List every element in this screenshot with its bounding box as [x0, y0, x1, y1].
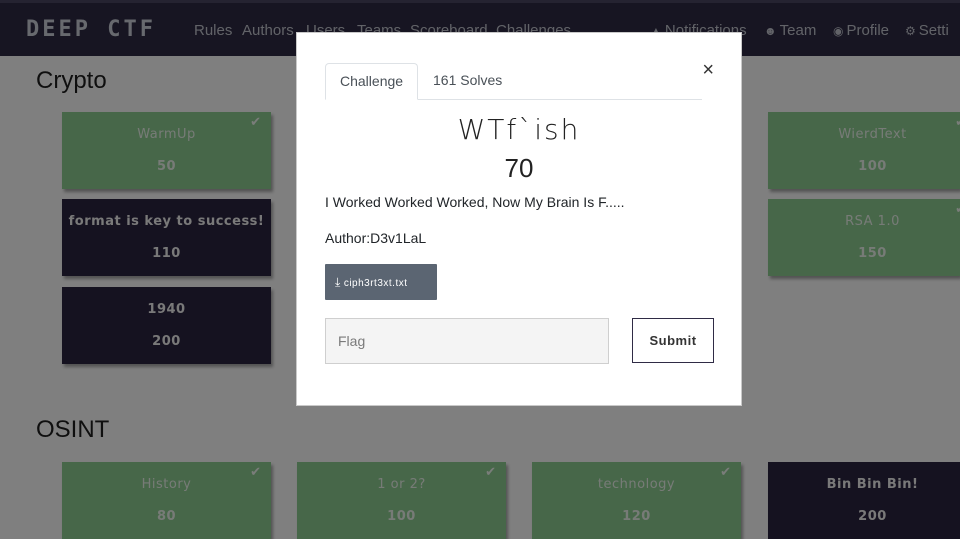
submit-button[interactable]: Submit	[632, 318, 714, 363]
flag-input[interactable]	[325, 318, 609, 364]
file-name: ciph3rt3xt.txt	[343, 278, 408, 289]
challenge-modal: Challenge 161 Solves × WTf`ish 70 I Work…	[296, 32, 742, 406]
challenge-author: Author:D3v1LaL	[325, 230, 427, 246]
modal-tabs: Challenge 161 Solves	[325, 63, 702, 100]
download-file-button[interactable]: ⤓ ciph3rt3xt.txt	[325, 264, 437, 300]
challenge-points: 70	[504, 153, 534, 183]
download-icon: ⤓	[335, 275, 341, 289]
tab-challenge[interactable]: Challenge	[325, 63, 419, 100]
tab-solves[interactable]: 161 Solves	[419, 63, 516, 99]
close-icon[interactable]: ×	[702, 60, 714, 80]
challenge-title: WTf`ish	[457, 113, 581, 146]
challenge-description: I Worked Worked Worked, Now My Brain Is …	[325, 194, 625, 210]
